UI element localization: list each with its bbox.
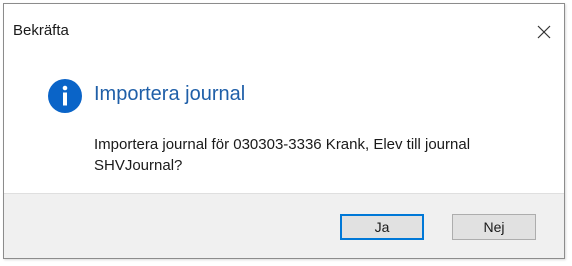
dialog-title: Bekräfta bbox=[13, 22, 69, 39]
message-line-2: SHVJournal? bbox=[94, 157, 183, 174]
close-icon bbox=[537, 25, 551, 39]
yes-button[interactable]: Ja bbox=[340, 214, 424, 240]
dialog-heading: Importera journal bbox=[94, 83, 246, 105]
close-button[interactable] bbox=[524, 12, 564, 52]
title-bar: Bekräfta bbox=[4, 4, 564, 50]
no-button[interactable]: Nej bbox=[452, 214, 536, 240]
dialog-message: Importera journal för 030303-3336 Krank,… bbox=[94, 134, 554, 176]
info-icon bbox=[48, 79, 82, 113]
dialog-content: Importera journal Importera journal för … bbox=[4, 50, 564, 190]
button-bar: Ja Nej bbox=[4, 193, 564, 258]
confirm-dialog: Bekräfta Importera journal Importera jou… bbox=[3, 3, 565, 259]
message-line-1: Importera journal för 030303-3336 Krank,… bbox=[94, 136, 471, 153]
